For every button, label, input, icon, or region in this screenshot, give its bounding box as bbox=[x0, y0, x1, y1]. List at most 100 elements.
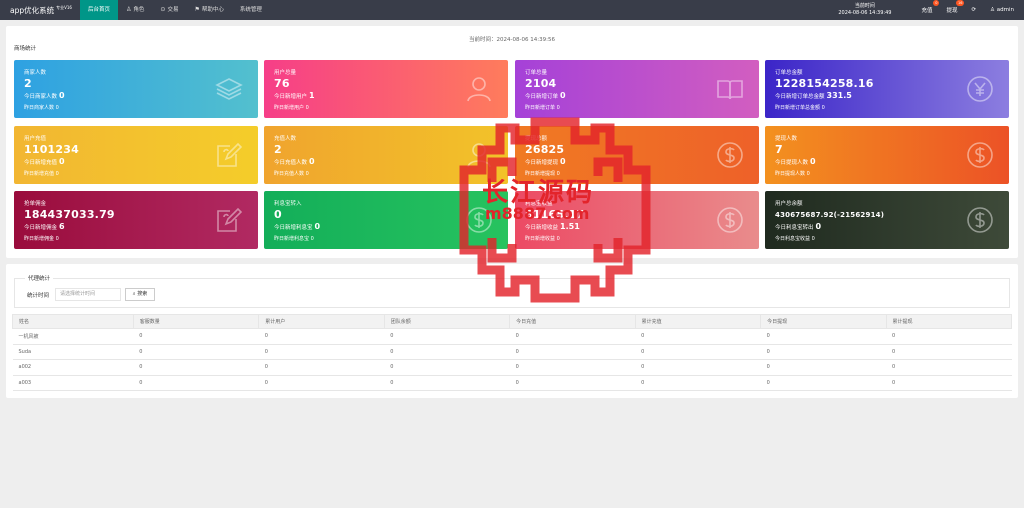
table-cell: 0 bbox=[886, 328, 1012, 345]
yen-icon bbox=[965, 74, 995, 104]
edit-icon bbox=[214, 205, 244, 235]
table-header: 姓名 客服数量 累计用户 团队余额 今日充值 累计充值 今日提现 累计提现 bbox=[12, 314, 1013, 329]
agent-legend: 代理统计 bbox=[25, 274, 54, 282]
user-icon: ♙ bbox=[990, 7, 997, 13]
card-today: 今日新增佣金 6 bbox=[24, 222, 65, 231]
card-value: 2 bbox=[274, 143, 282, 156]
stat-card: 利息宝转入 0 今日新增利息宝 0 昨日新增利息宝 0 bbox=[264, 191, 508, 249]
header-right: 当前时间 2024-08-06 14:39:49 充值 0 提现 16 ⟳ ♙ ad… bbox=[838, 0, 1024, 20]
table-row[interactable]: a002 0 0 0 0 0 0 0 bbox=[12, 359, 1012, 376]
nav-home[interactable]: 后台首页 bbox=[80, 0, 119, 20]
card-yesterday: 昨日新增订单 0 bbox=[525, 105, 560, 111]
table-cell: 0 bbox=[384, 375, 510, 391]
column-header[interactable]: 累计充值 bbox=[634, 314, 762, 329]
top-bar: app优化系统 专业V16 后台首页 ♙ 角色 ⊙ 交易 ⚑ 帮助中心 系统管理 当前时… bbox=[0, 0, 1024, 20]
card-today: 今日新增利息宝 0 bbox=[274, 222, 321, 231]
nav-role[interactable]: ♙ 角色 bbox=[118, 0, 152, 20]
card-label: 商家人数 bbox=[24, 70, 47, 76]
layers-icon bbox=[214, 74, 244, 104]
date-input[interactable]: 请选择统计时间 bbox=[55, 288, 121, 301]
recharge-link[interactable]: 充值 0 bbox=[921, 0, 940, 14]
agent-panel: 代理统计 统计时间 请选择统计时间 ⌕ 搜索 姓名 客服数量 累计用户 团队余额 今日充… bbox=[6, 264, 1018, 398]
withdraw-link[interactable]: 提现 16 bbox=[946, 0, 965, 14]
app-title[interactable]: app优化系统 专业V16 bbox=[0, 5, 80, 16]
column-header[interactable]: 累计提现 bbox=[885, 314, 1013, 329]
table-cell: 一机风被 bbox=[12, 328, 134, 345]
card-value: 184437033.79 bbox=[24, 208, 115, 221]
nav-trade[interactable]: ⊙ 交易 bbox=[152, 0, 186, 20]
table-cell: 0 bbox=[384, 344, 510, 360]
card-value: 1228154258.16 bbox=[775, 77, 874, 90]
filter-label: 统计时间 bbox=[27, 293, 50, 299]
user-menu[interactable]: ♙ admin bbox=[990, 7, 1014, 13]
card-label: 提现人数 bbox=[775, 136, 798, 142]
card-label: 抢单佣金 bbox=[24, 201, 47, 207]
table-cell: 0 bbox=[133, 344, 259, 360]
card-value: 7 bbox=[775, 143, 783, 156]
table-cell: 0 bbox=[258, 328, 385, 345]
card-today: 今日新增订单 0 bbox=[525, 91, 566, 100]
table-cell: 0 bbox=[760, 375, 887, 391]
column-header[interactable]: 客服数量 bbox=[132, 314, 260, 329]
table-cell: 0 bbox=[635, 344, 761, 360]
table-row[interactable]: 一机风被 0 0 0 0 0 0 0 bbox=[12, 328, 1012, 345]
stats-panel: 当前时间：2024-08-06 14:39:56 商场统计 商家人数 2 今日商家人… bbox=[6, 26, 1018, 258]
card-label: 充值人数 bbox=[274, 136, 297, 142]
table-row[interactable]: Suda 0 0 0 0 0 0 0 bbox=[12, 344, 1012, 360]
table-cell: 0 bbox=[258, 344, 385, 360]
user-icon bbox=[464, 74, 494, 104]
column-header[interactable]: 累计用户 bbox=[258, 314, 385, 329]
user-icon bbox=[464, 140, 494, 170]
table-cell: a003 bbox=[12, 375, 134, 391]
dollar-icon bbox=[965, 140, 995, 170]
card-value: 2 bbox=[24, 77, 32, 90]
column-header[interactable]: 今日充值 bbox=[509, 314, 636, 329]
card-today: 今日商家人数 0 bbox=[24, 91, 65, 100]
table-cell: 0 bbox=[635, 328, 761, 345]
table-row[interactable]: a003 0 0 0 0 0 0 0 bbox=[12, 375, 1012, 391]
stat-card: 订单总金额 1228154258.16 今日新增订单总金额 331.5 昨日新增订单总金… bbox=[765, 60, 1009, 118]
table-cell: 0 bbox=[133, 375, 259, 391]
recharge-badge: 0 bbox=[933, 0, 940, 6]
stat-card: 提现人数 7 今日提现人数 0 昨日提现人数 0 bbox=[765, 126, 1009, 184]
table-cell: 0 bbox=[509, 375, 636, 391]
current-time: 当前时间：2024-08-06 14:39:56 bbox=[469, 37, 555, 43]
table-cell: 0 bbox=[509, 328, 636, 345]
table-cell: 0 bbox=[133, 328, 259, 345]
refresh-icon[interactable]: ⟳ bbox=[971, 7, 976, 13]
card-yesterday: 昨日充值人数 0 bbox=[274, 171, 309, 177]
card-yesterday: 昨日新增用户 0 bbox=[274, 105, 309, 111]
dollar-icon bbox=[965, 205, 995, 235]
column-header[interactable]: 团队余额 bbox=[383, 314, 511, 329]
stat-card: 商家人数 2 今日商家人数 0 昨日商家人数 0 bbox=[14, 60, 258, 118]
search-button[interactable]: ⌕ 搜索 bbox=[125, 288, 155, 301]
user-icon: ♙ bbox=[126, 6, 132, 13]
main-nav: 后台首页 ♙ 角色 ⊙ 交易 ⚑ 帮助中心 系统管理 bbox=[80, 0, 270, 20]
table-cell: 0 bbox=[258, 359, 385, 376]
watermark-url: m8887.com bbox=[485, 204, 590, 223]
card-value: 76 bbox=[274, 77, 290, 90]
card-label: 用户总余额 bbox=[775, 201, 803, 207]
card-value: 430675687.92(-21562914) bbox=[775, 211, 885, 219]
card-yesterday: 昨日新增收益 0 bbox=[525, 236, 560, 242]
table-cell: 0 bbox=[886, 344, 1012, 360]
card-label: 订单总金额 bbox=[775, 70, 803, 76]
section-title: 商场统计 bbox=[14, 46, 37, 52]
column-header[interactable]: 今日提现 bbox=[760, 314, 887, 329]
agent-table: 姓名 客服数量 累计用户 团队余额 今日充值 累计充值 今日提现 累计提现 一机风被 0 0 0 0 0… bbox=[12, 314, 1013, 391]
table-cell: 0 bbox=[760, 328, 887, 345]
card-today: 今日利息宝转出 0 bbox=[775, 222, 822, 231]
table-cell: 0 bbox=[635, 375, 761, 391]
nav-system[interactable]: 系统管理 bbox=[232, 0, 270, 20]
card-today: 今日新增收益 1.51 bbox=[525, 222, 580, 231]
dollar-icon bbox=[715, 205, 745, 235]
stat-card: 充值人数 2 今日充值人数 0 昨日充值人数 0 bbox=[264, 126, 508, 184]
nav-help[interactable]: ⚑ 帮助中心 bbox=[186, 0, 231, 20]
card-today: 今日新增订单总金额 331.5 bbox=[775, 91, 852, 100]
book-icon bbox=[715, 74, 745, 104]
table-cell: 0 bbox=[635, 359, 761, 376]
card-label: 用户总量 bbox=[274, 70, 297, 76]
column-header[interactable]: 姓名 bbox=[12, 314, 134, 329]
table-cell: 0 bbox=[886, 359, 1012, 376]
table-cell: 0 bbox=[760, 344, 887, 360]
